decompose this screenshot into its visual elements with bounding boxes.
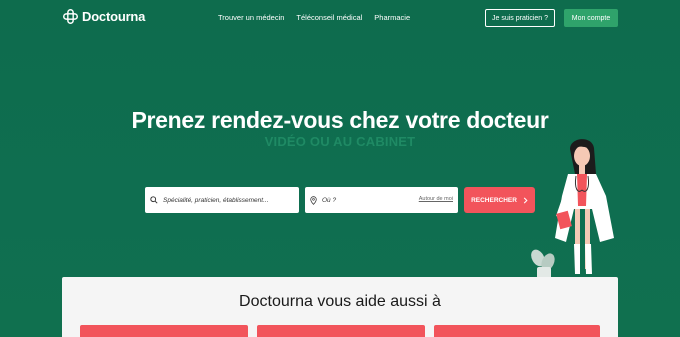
plant-icon — [531, 249, 555, 280]
location-search-box[interactable]: Autour de moi — [305, 187, 458, 213]
practitioner-button[interactable]: Je suis praticien ? — [485, 9, 555, 27]
specialty-search-box[interactable] — [145, 187, 299, 213]
search-icon — [150, 196, 158, 204]
specialty-search-input[interactable] — [163, 196, 293, 204]
logo-text: Doctourna — [82, 9, 146, 24]
help-tile[interactable] — [257, 325, 425, 337]
nav-link-find-doctor[interactable]: Trouver un médecin — [218, 13, 284, 22]
help-tile[interactable] — [80, 325, 248, 337]
nav-link-teleconsult[interactable]: Téléconseil médical — [296, 13, 362, 22]
logo-cross-icon — [63, 9, 78, 24]
location-search-input[interactable] — [322, 196, 412, 204]
help-section-card: Doctourna vous aide aussi à — [62, 277, 618, 337]
logo[interactable]: Doctourna — [63, 9, 145, 24]
near-me-link[interactable]: Autour de moi — [419, 196, 453, 202]
nav-links: Trouver un médecin Téléconseil médical P… — [218, 13, 410, 22]
search-button[interactable]: RECHERCHER — [464, 187, 535, 213]
account-button[interactable]: Mon compte — [564, 9, 618, 27]
chevron-right-icon — [523, 197, 528, 203]
help-tile[interactable] — [434, 325, 600, 337]
top-nav: Doctourna Trouver un médecin Téléconseil… — [0, 0, 680, 36]
search-button-label: RECHERCHER — [471, 196, 517, 204]
section-title: Doctourna vous aide aussi à — [239, 293, 441, 310]
hero-title: Prenez rendez-vous chez votre docteur — [131, 107, 549, 133]
nav-link-pharmacy[interactable]: Pharmacie — [374, 13, 410, 22]
location-pin-icon — [310, 195, 317, 205]
doctor-illustration — [531, 139, 614, 283]
